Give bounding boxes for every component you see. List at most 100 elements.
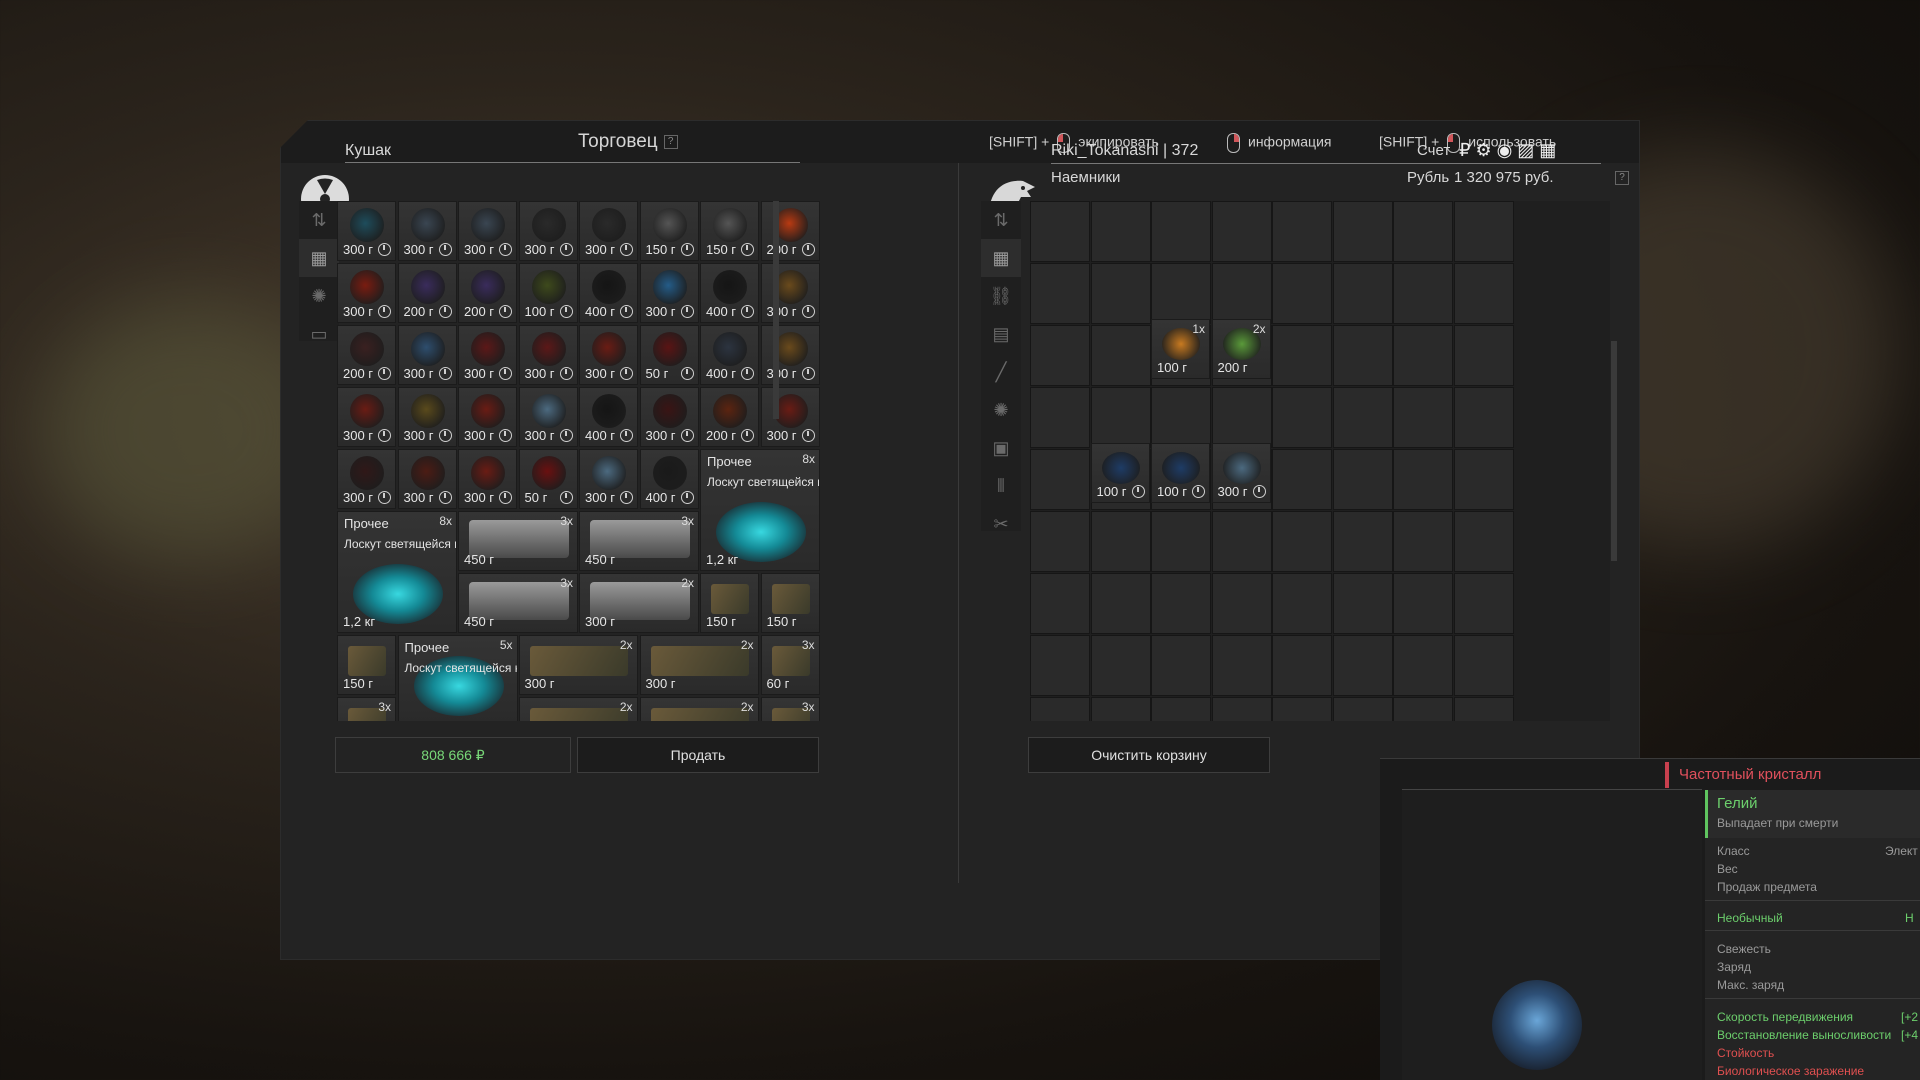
cart-cell[interactable] bbox=[1393, 511, 1453, 572]
trader-item[interactable]: 150 г bbox=[700, 201, 759, 261]
artifact-icon[interactable]: ✺ bbox=[981, 391, 1021, 429]
cart-cell[interactable] bbox=[1151, 201, 1211, 262]
cart-cell[interactable] bbox=[1090, 635, 1151, 696]
grid-icon[interactable]: ▦ bbox=[299, 239, 339, 277]
cart-cell[interactable] bbox=[1453, 697, 1514, 721]
ammo-icon[interactable]: ⦀ bbox=[981, 467, 1021, 505]
trader-item[interactable]: 400 г bbox=[579, 387, 638, 447]
grid-icon[interactable]: ▦ bbox=[981, 239, 1021, 277]
cart-cell[interactable] bbox=[1272, 511, 1332, 572]
cart-cell[interactable] bbox=[1211, 697, 1272, 721]
trader-item[interactable]: 300 г bbox=[397, 387, 457, 447]
trader-item[interactable]: 100 г bbox=[518, 263, 578, 323]
cart-cell[interactable] bbox=[1151, 263, 1211, 324]
cart-cell[interactable] bbox=[1211, 511, 1272, 572]
trader-item-misc[interactable]: 2x 300 г bbox=[639, 635, 759, 695]
link-icon[interactable]: ⛓ bbox=[981, 277, 1021, 315]
currency-icons[interactable]: ₽ ⚙ ◉ ▨ ▦ bbox=[1459, 140, 1556, 161]
cart-cell[interactable] bbox=[1211, 573, 1272, 634]
cart-cell[interactable] bbox=[1030, 325, 1090, 386]
trader-item[interactable]: 400 г bbox=[700, 263, 759, 323]
trader-item-misc[interactable]: 150 г bbox=[760, 573, 820, 633]
cart-item[interactable]: 100 г bbox=[1090, 443, 1150, 503]
cart-cell[interactable] bbox=[1453, 387, 1514, 448]
cart-cell[interactable] bbox=[1453, 635, 1514, 696]
trader-item[interactable]: 400 г bbox=[639, 449, 699, 509]
sell-button[interactable]: Продать bbox=[577, 737, 819, 773]
cart-cell[interactable] bbox=[1151, 697, 1211, 721]
trader-item[interactable]: 300 г bbox=[458, 387, 517, 447]
cart-cell[interactable] bbox=[1090, 201, 1151, 262]
trader-item[interactable]: 400 г bbox=[700, 325, 759, 385]
trader-item-misc[interactable]: 150 г bbox=[337, 635, 396, 695]
cart-cell[interactable] bbox=[1272, 263, 1332, 324]
cart-cell[interactable] bbox=[1151, 573, 1211, 634]
trader-item[interactable]: 300 г bbox=[397, 449, 457, 509]
cart-cell[interactable] bbox=[1393, 325, 1453, 386]
cart-cell[interactable] bbox=[1453, 449, 1514, 510]
trader-item-skin-patch[interactable]: Прочее 8x Лоскут светящейся кож... 1,2 кг bbox=[700, 449, 820, 571]
cart-cell[interactable] bbox=[1332, 387, 1393, 448]
trader-item-skin-patch[interactable]: Прочее 8x Лоскут светящейся кож... 1,2 кг bbox=[337, 511, 457, 633]
trader-item[interactable]: 300 г bbox=[760, 387, 820, 447]
trader-item[interactable]: 300 г bbox=[639, 387, 699, 447]
trader-item[interactable]: 400 г bbox=[579, 263, 638, 323]
cart-cell[interactable] bbox=[1211, 201, 1272, 262]
trader-item[interactable]: 50 г bbox=[639, 325, 699, 385]
trader-item-misc[interactable]: 2x bbox=[639, 697, 759, 721]
trader-item[interactable]: 300 г bbox=[579, 449, 638, 509]
cart-cell[interactable] bbox=[1332, 201, 1393, 262]
cart-cell[interactable] bbox=[1453, 201, 1514, 262]
cart-cell[interactable] bbox=[1332, 449, 1393, 510]
trader-item-container[interactable]: 3x 450 г bbox=[458, 511, 578, 571]
cart-cell[interactable] bbox=[1272, 387, 1332, 448]
cart-cell[interactable] bbox=[1393, 201, 1453, 262]
trader-item[interactable]: 200 г bbox=[397, 263, 457, 323]
trader-item-misc[interactable]: 3x bbox=[760, 697, 820, 721]
cart-cell[interactable] bbox=[1393, 449, 1453, 510]
cart-cell[interactable] bbox=[1272, 449, 1332, 510]
cart-cell[interactable] bbox=[1393, 697, 1453, 721]
trader-item-misc[interactable]: 2x bbox=[518, 697, 638, 721]
artifact-icon[interactable]: ✺ bbox=[299, 277, 339, 315]
cart-cell[interactable] bbox=[1393, 573, 1453, 634]
cart-cell[interactable] bbox=[1453, 511, 1514, 572]
tools-icon[interactable]: ✂ bbox=[981, 505, 1021, 543]
cart-cell[interactable] bbox=[1030, 511, 1090, 572]
cart-cell[interactable] bbox=[1151, 511, 1211, 572]
cart-cell[interactable] bbox=[1453, 263, 1514, 324]
cart-cell[interactable] bbox=[1393, 263, 1453, 324]
cart-scrollbar[interactable] bbox=[1611, 341, 1617, 561]
cart-cell[interactable] bbox=[1393, 635, 1453, 696]
cart-cell[interactable] bbox=[1453, 573, 1514, 634]
trader-item-container[interactable]: 3x 450 г bbox=[579, 511, 699, 571]
trader-item-skin-patch[interactable]: Прочее 5x Лоскут светящейся кож... bbox=[397, 635, 518, 721]
cart-cell[interactable] bbox=[1030, 263, 1090, 324]
trader-item[interactable]: 300 г bbox=[337, 263, 396, 323]
trader-item-misc[interactable]: 150 г bbox=[700, 573, 759, 633]
sort-icon[interactable]: ⇅ bbox=[981, 201, 1021, 239]
cart-cell[interactable] bbox=[1272, 201, 1332, 262]
trader-scrollbar[interactable] bbox=[773, 201, 779, 419]
cart-cell[interactable] bbox=[1272, 697, 1332, 721]
help-icon[interactable]: ? bbox=[663, 134, 678, 149]
trader-item-misc[interactable]: 3x 60 г bbox=[760, 635, 820, 695]
trader-item[interactable]: 300 г bbox=[518, 325, 578, 385]
trader-item[interactable]: 300 г bbox=[337, 387, 396, 447]
clear-cart-button[interactable]: Очистить корзину bbox=[1028, 737, 1270, 773]
trader-item-misc[interactable]: 3x bbox=[337, 697, 396, 721]
armor-icon[interactable]: ▤ bbox=[981, 315, 1021, 353]
cart-cell[interactable] bbox=[1030, 387, 1090, 448]
cart-cell[interactable] bbox=[1030, 697, 1090, 721]
cart-cell[interactable] bbox=[1211, 387, 1272, 448]
cart-cell[interactable] bbox=[1090, 325, 1151, 386]
medkit-icon[interactable]: ▣ bbox=[981, 429, 1021, 467]
trader-item[interactable]: 300 г bbox=[760, 325, 820, 385]
cart-cell[interactable] bbox=[1030, 635, 1090, 696]
balance-help-icon[interactable]: ? bbox=[1615, 171, 1629, 185]
cart-item[interactable]: 1x 100 г bbox=[1151, 319, 1210, 379]
cart-cell[interactable] bbox=[1030, 449, 1090, 510]
trader-item-container[interactable]: 3x 450 г bbox=[458, 573, 578, 633]
trader-item[interactable]: 300 г bbox=[458, 449, 517, 509]
cart-cell[interactable] bbox=[1211, 263, 1272, 324]
